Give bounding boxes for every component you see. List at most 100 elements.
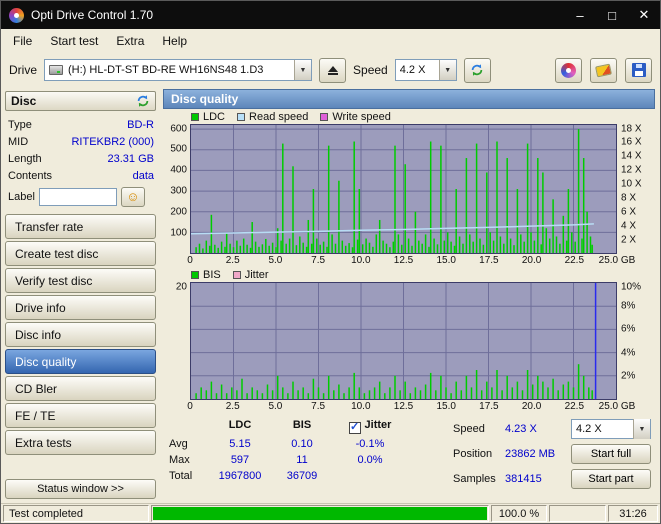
erase-icon xyxy=(595,63,612,77)
sidebar-button-disc-info[interactable]: Disc info xyxy=(5,322,156,347)
max-jitter: 0.0% xyxy=(357,453,383,466)
speed-label: Speed xyxy=(353,63,388,77)
disc-colors-icon xyxy=(561,62,576,78)
eject-button[interactable] xyxy=(319,57,347,83)
label-input[interactable] xyxy=(38,187,117,206)
menu-help[interactable]: Help xyxy=(153,31,196,51)
jitter-axis: 10% 8% 6% 4% 2% xyxy=(621,281,642,382)
samples-label: Samples xyxy=(453,473,496,485)
position-value: 23862 MB xyxy=(505,448,556,460)
elapsed-time: 31:26 xyxy=(608,505,658,522)
bis-legend-swatch xyxy=(191,270,199,279)
sidebar-button-create-test-disc[interactable]: Create test disc xyxy=(5,241,156,266)
sidebar-button-verify-test-disc[interactable]: Verify test disc xyxy=(5,268,156,293)
sidebar-button-drive-info[interactable]: Drive info xyxy=(5,295,156,320)
sidebar-button-fe-te[interactable]: FE / TE xyxy=(5,403,156,428)
sidebar-button-extra-tests[interactable]: Extra tests xyxy=(5,430,156,455)
disc-contents-value: data xyxy=(132,169,154,182)
legend-top: LDC Read speed Write speed xyxy=(163,109,655,124)
ldc-speed-axis: 18 X 16 X 14 X 12 X 10 X8 X6 X4 X2 X xyxy=(621,123,642,246)
total-jitter xyxy=(331,470,409,482)
ldc-x-axis: 0 2.5 5.0 7.5 10.0 12.5 15.0 17.5 20.0 22.5 25.0 G… xyxy=(187,255,636,266)
app-icon xyxy=(9,7,24,23)
window-title: Opti Drive Control 1.70 xyxy=(31,8,154,22)
samples-value: 381415 xyxy=(505,473,542,485)
chevron-down-icon[interactable] xyxy=(633,419,650,439)
position-label: Position xyxy=(453,448,493,460)
results-table: LDC BIS Jitter Avg 5.15 0.10 -0.1% Max 5… xyxy=(169,419,409,503)
sidebar-button-cd-bler[interactable]: CD Bler xyxy=(5,376,156,401)
drive-value: (H:) HL-DT-ST BD-RE WH16NS48 1.D3 xyxy=(68,64,264,76)
refresh-icon xyxy=(471,64,483,76)
progress-bar xyxy=(151,505,489,522)
maximize-button[interactable]: □ xyxy=(596,1,628,29)
start-full-button[interactable]: Start full xyxy=(571,444,651,464)
disc-type-value: BD-R xyxy=(127,118,154,131)
status-text: Test completed xyxy=(3,505,149,522)
run-info: Speed 4.23 X 4.2 X Position 23862 MB Sta… xyxy=(453,419,651,503)
total-bis: 36709 xyxy=(286,469,318,482)
content: Disc Type BD-R MID RITEKBR2 (000) Length… xyxy=(1,87,660,503)
avg-jitter: -0.1% xyxy=(355,437,385,450)
max-bis: 11 xyxy=(296,453,308,466)
bis-column-header: BIS xyxy=(292,419,312,431)
avg-ldc: 5.15 xyxy=(229,437,251,450)
save-button[interactable] xyxy=(625,57,652,83)
ldc-column-header: LDC xyxy=(228,419,252,431)
read-speed-legend-swatch xyxy=(237,112,246,121)
progress-percent: 100.0 % xyxy=(491,505,547,522)
speed-info-value: 4.23 X xyxy=(505,423,537,435)
menubar: File Start test Extra Help xyxy=(1,29,660,53)
max-row-label: Max xyxy=(169,453,190,466)
status-window-button[interactable]: Status window >> xyxy=(5,479,156,499)
max-ldc: 597 xyxy=(230,453,250,466)
disc-mid-row: MID RITEKBR2 (000) xyxy=(8,135,154,148)
statusbar: Test completed 100.0 % 31:26 xyxy=(1,503,660,523)
disc-panel-header: Disc xyxy=(5,91,156,111)
results-area: LDC BIS Jitter Avg 5.15 0.10 -0.1% Max 5… xyxy=(163,413,655,503)
avg-row-label: Avg xyxy=(169,437,188,450)
jitter-column-header: Jitter xyxy=(331,419,409,434)
sidebar: Disc Type BD-R MID RITEKBR2 (000) Length… xyxy=(1,87,159,503)
ldc-chart: 600 500 400 300 200 100 18 X 16 X 14 X 12 X 10 X8… xyxy=(163,124,655,267)
menu-file[interactable]: File xyxy=(4,31,41,51)
legend-bottom: BIS Jitter xyxy=(163,267,655,282)
chevron-down-icon[interactable] xyxy=(294,60,312,80)
bis-y-axis: 20 xyxy=(175,281,187,293)
menu-start-test[interactable]: Start test xyxy=(41,31,107,51)
menu-extra[interactable]: Extra xyxy=(107,31,153,51)
bis-chart: 20 10% 8% 6% 4% 2% 0 2.5 5.0 7.5 10.0 12.5 15.0 17.… xyxy=(163,281,655,413)
close-button[interactable]: ✕ xyxy=(628,1,660,29)
erase-disc-button[interactable] xyxy=(590,57,617,83)
start-part-button[interactable]: Start part xyxy=(571,469,651,489)
drive-icon xyxy=(49,65,64,75)
sidebar-button-disc-quality[interactable]: Disc quality xyxy=(5,349,156,374)
app-window: Opti Drive Control 1.70 – □ ✕ File Start… xyxy=(0,0,661,524)
quality-speed-select[interactable]: 4.2 X xyxy=(571,419,651,439)
statusbar-spacer xyxy=(549,505,606,522)
page-title: Disc quality xyxy=(163,89,655,109)
total-row-label: Total xyxy=(169,469,193,482)
minimize-button[interactable]: – xyxy=(564,1,596,29)
sidebar-button-transfer-rate[interactable]: Transfer rate xyxy=(5,214,156,239)
drive-select[interactable]: (H:) HL-DT-ST BD-RE WH16NS48 1.D3 xyxy=(44,59,313,81)
refresh-button[interactable] xyxy=(463,57,491,83)
disc-length-value: 23.31 GB xyxy=(107,152,154,165)
disc-test-button[interactable] xyxy=(555,57,582,83)
toolbar: Drive (H:) HL-DT-ST BD-RE WH16NS48 1.D3 … xyxy=(1,53,660,87)
save-icon xyxy=(631,63,646,77)
refresh-disc-icon[interactable] xyxy=(136,94,150,108)
progress-fill xyxy=(153,507,487,520)
titlebar: Opti Drive Control 1.70 – □ ✕ xyxy=(1,1,660,29)
disc-info-panel: Type BD-R MID RITEKBR2 (000) Length 23.3… xyxy=(5,113,156,212)
ldc-legend-swatch xyxy=(191,112,199,121)
eject-icon xyxy=(327,65,338,72)
speed-select[interactable]: 4.2 X xyxy=(394,59,457,81)
avg-bis: 0.10 xyxy=(291,437,313,450)
jitter-checkbox[interactable] xyxy=(348,421,361,434)
write-speed-legend-swatch xyxy=(320,112,329,121)
bis-plot xyxy=(190,282,617,400)
ldc-plot xyxy=(190,124,617,254)
label-smiley-button[interactable] xyxy=(120,186,145,207)
chevron-down-icon[interactable] xyxy=(438,60,456,80)
